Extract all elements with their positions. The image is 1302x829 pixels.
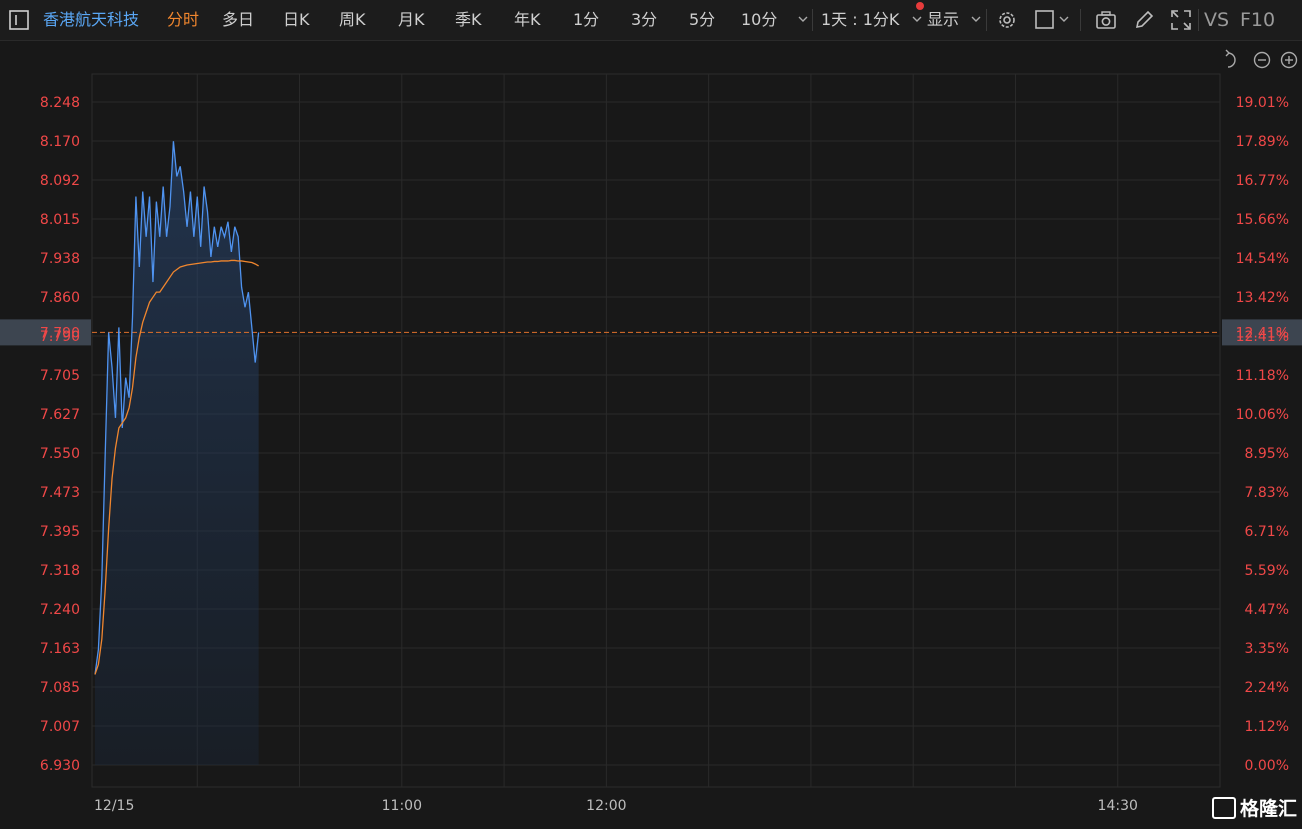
price-tick-label: 8.092 bbox=[40, 173, 80, 189]
f10-button[interactable]: F10 bbox=[1240, 0, 1275, 40]
notification-dot-icon bbox=[916, 2, 924, 10]
gelonghui-watermark-logo: 格隆汇 bbox=[1212, 795, 1297, 823]
percent-tick-label: 19.01% bbox=[1236, 95, 1289, 111]
price-tick-label: 7.395 bbox=[40, 524, 80, 540]
fullscreen-icon[interactable] bbox=[1170, 9, 1192, 31]
layout-chevron-down-icon[interactable] bbox=[1058, 13, 1070, 25]
tab-period-9[interactable]: 5分 bbox=[689, 0, 715, 40]
percent-tick-label: 4.47% bbox=[1245, 602, 1289, 618]
percent-tick-label: 8.95% bbox=[1245, 446, 1289, 462]
price-axis-labels: 8.248 8.170 8.092 8.015 7.938 7.860 7.790 7.705… bbox=[40, 95, 80, 774]
percent-tick-label: 0.00% bbox=[1245, 758, 1289, 774]
price-tick-label: 7.318 bbox=[40, 563, 80, 579]
sidebar-toggle-icon[interactable] bbox=[8, 9, 30, 31]
display-chevron-down-icon[interactable] bbox=[970, 13, 982, 25]
layout-square-icon[interactable] bbox=[1034, 9, 1056, 31]
price-tick-label: 7.860 bbox=[40, 290, 80, 306]
price-tick-label: 7.007 bbox=[40, 719, 80, 735]
percent-tick-label: 12.41% bbox=[1236, 329, 1289, 345]
percent-tick-label: 15.66% bbox=[1236, 212, 1289, 228]
plot-border bbox=[91, 73, 1221, 788]
toolbar-divider bbox=[1080, 9, 1081, 31]
tab-period-8[interactable]: 3分 bbox=[631, 0, 657, 40]
percent-tick-label: 10.06% bbox=[1236, 407, 1289, 423]
percent-tick-label: 16.77% bbox=[1236, 173, 1289, 189]
tab-period-5[interactable]: 季K bbox=[455, 0, 482, 40]
zoom-in-icon[interactable] bbox=[1280, 51, 1298, 69]
tab-period-1[interactable]: 多日 bbox=[222, 0, 254, 40]
price-tick-label: 7.473 bbox=[40, 485, 80, 501]
tab-period-10[interactable]: 10分 bbox=[741, 0, 777, 40]
price-tick-label: 8.170 bbox=[40, 134, 80, 150]
zoom-out-icon[interactable] bbox=[1253, 51, 1271, 69]
percent-tick-label: 2.24% bbox=[1245, 680, 1289, 696]
price-tick-label: 7.240 bbox=[40, 602, 80, 618]
time-tick-label: 12/15 bbox=[94, 798, 134, 814]
camera-icon[interactable] bbox=[1095, 9, 1117, 31]
intraday-chart: 7.790 12.41% 8.248 8.170 8.092 8.015 7.938 7.… bbox=[0, 49, 1302, 814]
percent-tick-label: 3.35% bbox=[1245, 641, 1289, 657]
percent-tick-label: 17.89% bbox=[1236, 134, 1289, 150]
tab-period-6[interactable]: 年K bbox=[514, 0, 541, 40]
price-tick-label: 8.248 bbox=[40, 95, 80, 111]
percent-tick-label: 6.71% bbox=[1245, 524, 1289, 540]
interval-chevron-down-icon[interactable] bbox=[911, 13, 923, 25]
pencil-icon[interactable] bbox=[1133, 9, 1155, 31]
tab-period-3[interactable]: 周K bbox=[339, 0, 366, 40]
price-tick-label: 7.163 bbox=[40, 641, 80, 657]
chart-grid bbox=[91, 73, 1221, 788]
price-tick-label: 8.015 bbox=[40, 212, 80, 228]
price-tick-label: 6.930 bbox=[40, 758, 80, 774]
percent-tick-label: 7.83% bbox=[1245, 485, 1289, 501]
percent-tick-label: 5.59% bbox=[1245, 563, 1289, 579]
vs-compare-button[interactable]: VS bbox=[1204, 0, 1229, 40]
tab-period-7[interactable]: 1分 bbox=[573, 0, 599, 40]
time-tick-label: 14:30 bbox=[1098, 798, 1138, 814]
percent-axis-labels: 19.01% 17.89% 16.77% 15.66% 14.54% 13.42% 12.4… bbox=[1236, 95, 1289, 774]
toolbar-divider bbox=[986, 9, 987, 31]
toolbar-divider bbox=[812, 9, 813, 31]
reset-icon[interactable] bbox=[1225, 49, 1236, 68]
price-tick-label: 7.627 bbox=[40, 407, 80, 423]
tab-period-0[interactable]: 分时 bbox=[167, 0, 199, 40]
percent-tick-label: 13.42% bbox=[1236, 290, 1289, 306]
price-tick-label: 7.550 bbox=[40, 446, 80, 462]
tab-period-4[interactable]: 月K bbox=[398, 0, 425, 40]
gear-icon[interactable] bbox=[996, 9, 1018, 31]
tab-period-2[interactable]: 日K bbox=[283, 0, 310, 40]
time-axis-labels: 12/15 11:00 12:00 14:30 bbox=[94, 798, 1138, 814]
time-tick-label: 12:00 bbox=[586, 798, 626, 814]
percent-tick-label: 11.18% bbox=[1236, 368, 1289, 384]
price-tick-label: 7.938 bbox=[40, 251, 80, 267]
display-menu[interactable]: 显示 bbox=[927, 0, 959, 40]
price-tick-label: 7.085 bbox=[40, 680, 80, 696]
interval-select[interactable]: 1天 : 1分K bbox=[821, 0, 899, 40]
toolbar: 香港航天科技 分时 多日 日K 周K 月K 季K 年K 1分 3分 5分 10分… bbox=[0, 0, 1302, 41]
price-tick-label: 7.790 bbox=[40, 329, 80, 345]
percent-tick-label: 1.12% bbox=[1245, 719, 1289, 735]
period-more-chevron-down-icon[interactable] bbox=[797, 13, 809, 25]
zoom-controls bbox=[1225, 49, 1298, 69]
toolbar-divider bbox=[1198, 9, 1199, 31]
time-tick-label: 11:00 bbox=[382, 798, 422, 814]
stock-name[interactable]: 香港航天科技 bbox=[43, 0, 139, 40]
price-tick-label: 7.705 bbox=[40, 368, 80, 384]
percent-tick-label: 14.54% bbox=[1236, 251, 1289, 267]
